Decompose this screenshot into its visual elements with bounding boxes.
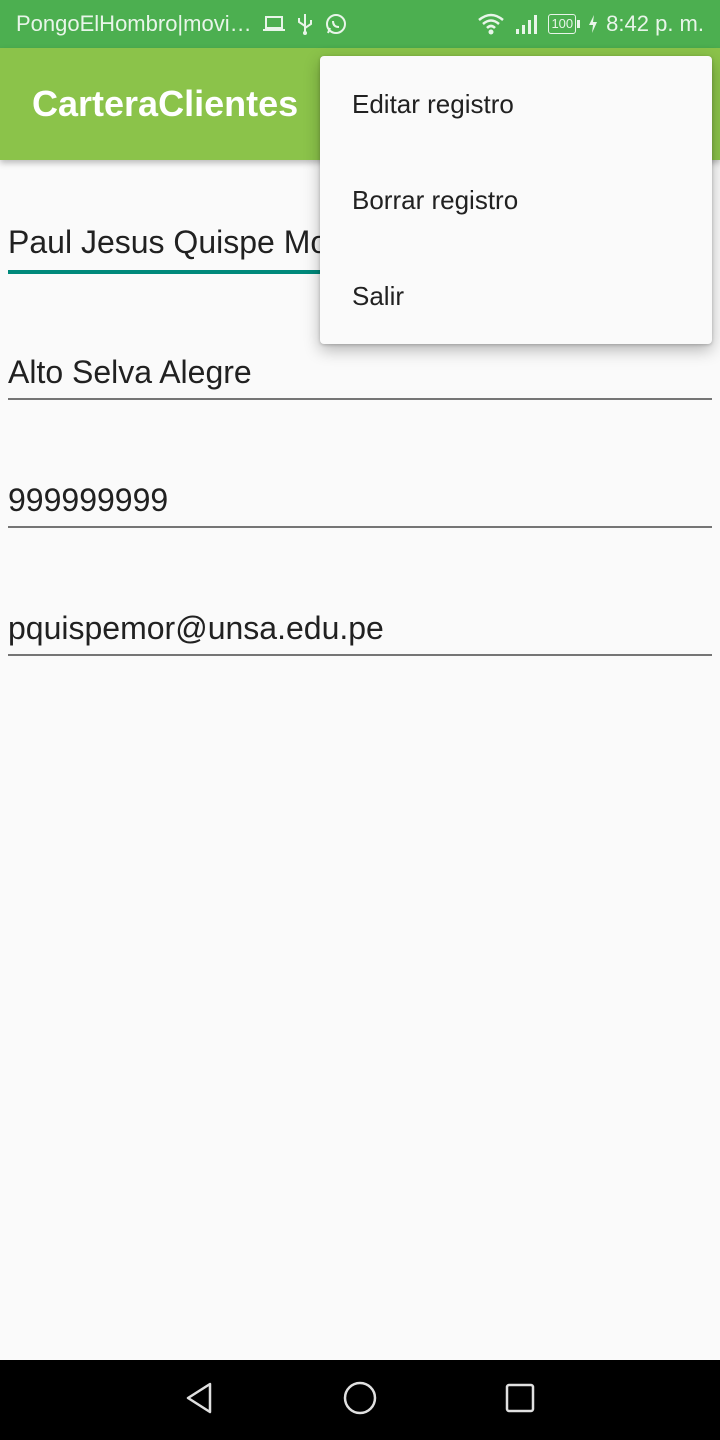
notification-area: PongoElHombro|movi…	[16, 0, 348, 48]
signal-icon	[514, 13, 540, 35]
status-bar: PongoElHombro|movi… 100 8:42 p. m.	[0, 0, 720, 48]
phone-input[interactable]: 999999999	[8, 480, 712, 528]
menu-item-editar-registro[interactable]: Editar registro	[320, 56, 712, 152]
clock: 8:42 p. m.	[606, 11, 704, 36]
back-button[interactable]	[150, 1360, 250, 1440]
overflow-menu: Editar registro Borrar registro Salir	[320, 56, 712, 344]
home-icon	[342, 1380, 378, 1421]
whatsapp-icon	[324, 12, 348, 36]
navigation-bar	[0, 1360, 720, 1440]
charging-bolt-icon	[588, 14, 598, 34]
menu-item-borrar-registro[interactable]: Borrar registro	[320, 152, 712, 248]
back-icon	[182, 1380, 218, 1421]
district-input[interactable]: Alto Selva Alegre	[8, 352, 712, 400]
district-underline	[8, 398, 712, 400]
laptop-icon	[262, 14, 286, 34]
email-input[interactable]: pquispemor@unsa.edu.pe	[8, 608, 712, 656]
notification-text: PongoElHombro|movi…	[16, 11, 252, 36]
battery-icon: 100	[548, 14, 580, 34]
home-button[interactable]	[310, 1360, 410, 1440]
wifi-icon	[476, 12, 506, 36]
email-value: pquispemor@unsa.edu.pe	[8, 610, 384, 646]
usb-icon	[296, 12, 314, 36]
app-title: CarteraClientes	[32, 83, 299, 124]
recents-button[interactable]	[470, 1360, 570, 1440]
phone-value: 999999999	[8, 482, 169, 518]
recents-icon	[504, 1382, 536, 1419]
phone-underline	[8, 526, 712, 528]
battery-level: 100	[551, 16, 574, 31]
menu-item-salir[interactable]: Salir	[320, 248, 712, 344]
system-status-area: 100 8:42 p. m.	[476, 0, 704, 48]
email-underline	[8, 654, 712, 656]
district-value: Alto Selva Alegre	[8, 354, 252, 390]
